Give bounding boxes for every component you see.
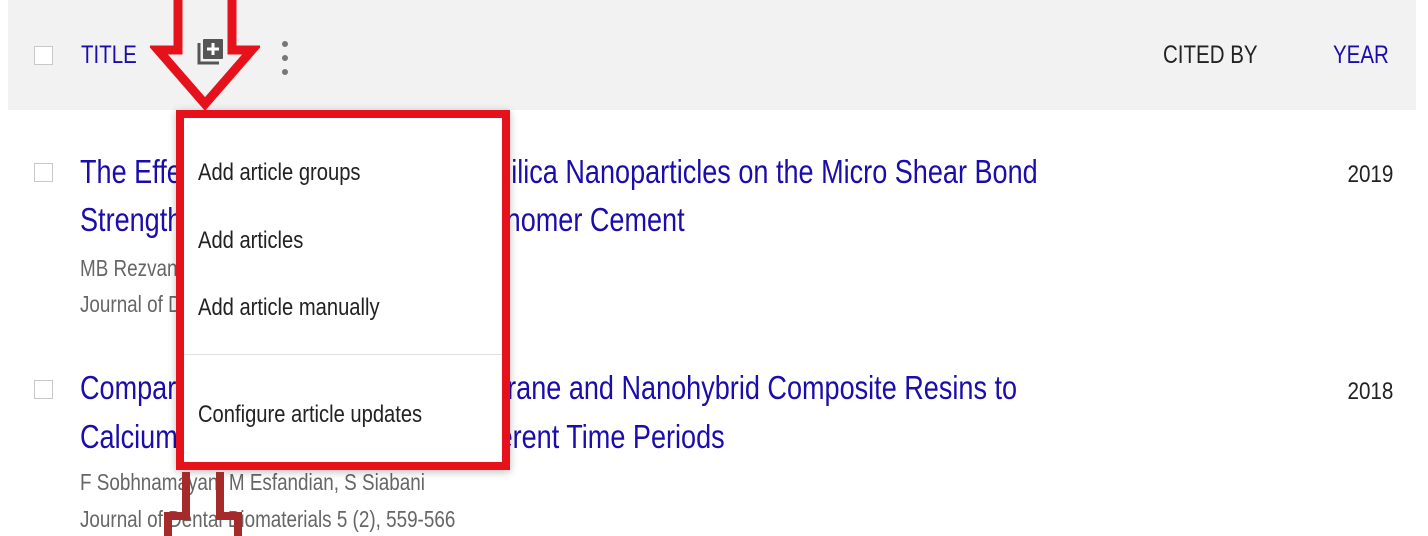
menu-item-add-article-manually[interactable]: Add article manually [198, 293, 380, 323]
menu-item-configure-article-updates[interactable]: Configure article updates [198, 400, 422, 430]
sort-by-title-link[interactable]: TITLE [81, 40, 137, 70]
select-all-checkbox[interactable] [34, 46, 53, 65]
cited-by-header[interactable]: CITED BY [1163, 40, 1258, 70]
article-year: 2019 [1347, 161, 1393, 188]
table-header: TITLE CITED BY YEAR [8, 0, 1416, 110]
article-journal: Journal of Dental Biomaterials 5 (2), 55… [80, 506, 456, 532]
scholar-articles-page: TITLE CITED BY YEAR The Effect of Adding… [0, 0, 1428, 536]
menu-item-add-article-groups[interactable]: Add article groups [198, 158, 361, 188]
menu-divider [184, 354, 502, 355]
article-checkbox[interactable] [34, 163, 53, 182]
article-authors: F Sobhnamayan, M Esfandian, S Siabani [80, 469, 425, 495]
menu-item-add-articles[interactable]: Add articles [198, 226, 303, 256]
more-vert-icon[interactable] [278, 38, 292, 83]
article-checkbox[interactable] [34, 380, 53, 399]
sort-by-year-link[interactable]: YEAR [1333, 40, 1389, 70]
add-box-icon[interactable] [196, 36, 226, 71]
add-articles-menu: Add article groups Add articles Add arti… [176, 110, 510, 470]
article-year: 2018 [1347, 378, 1393, 405]
